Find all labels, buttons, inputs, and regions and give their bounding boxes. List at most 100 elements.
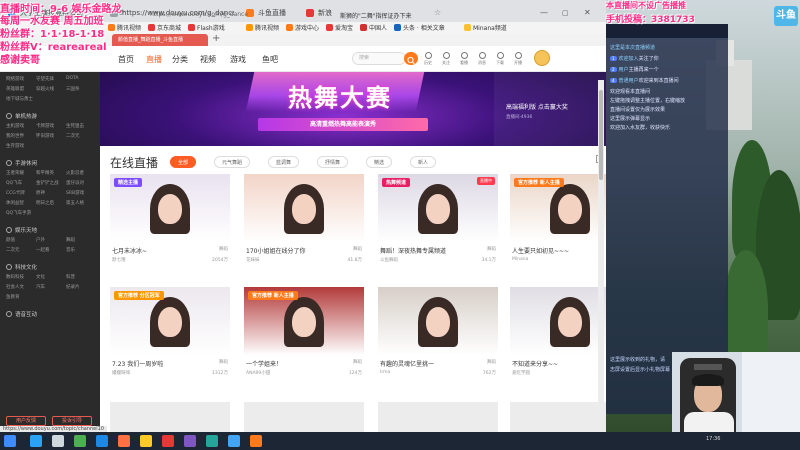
nav-link[interactable]: 视频 [200,54,216,65]
avatar[interactable] [534,50,550,66]
sidebar-button[interactable]: 用户反馈 [6,416,46,426]
taskbar-app-icon[interactable] [250,435,262,447]
bookmark-item[interactable]: 游戏中心 [286,23,319,32]
windows-start-icon[interactable] [4,435,16,447]
sidebar-item[interactable]: 二次元 [66,133,96,139]
tab-active[interactable]: 颜值直播_舞蹈直播_斗鱼直播 [112,34,208,46]
sidebar-section-head[interactable]: 娱乐天地 [6,226,37,234]
stream-thumbnail[interactable] [510,287,606,355]
sidebar-item[interactable] [36,294,66,300]
sidebar-item[interactable]: 主机游戏 [6,123,36,129]
sidebar-item[interactable]: 卡牌游戏 [36,123,66,129]
stream-title[interactable]: 有趣的灵魂亿里挑一 [380,359,484,368]
page-scrollbar[interactable] [598,80,604,420]
stream-thumbnail[interactable]: 官方推荐 分区冠军 [110,287,230,355]
anchor-name[interactable]: 默七哦 [112,257,126,263]
search-button[interactable] [404,52,418,65]
bookmark-item[interactable]: 中国人 [360,23,387,32]
filter-chip[interactable]: 蓝调舞 [268,156,300,168]
stream-title[interactable]: 7.23 我们一周岁啦 [112,359,216,368]
sidebar-item[interactable]: 穿越火线 [36,86,66,92]
stream-thumbnail[interactable] [244,174,364,242]
sidebar-item[interactable]: 我的世界 [6,133,36,139]
sidebar-item[interactable]: 鱼教育 [6,294,36,300]
sidebar-item[interactable]: 颜值 [6,237,36,243]
sidebar-item[interactable]: 网络游戏 [6,76,36,82]
filter-chip[interactable]: 元气舞蹈 [214,156,251,168]
nav-icon-button[interactable]: 下载 [492,52,508,66]
stream-title[interactable]: 170小姐姐在线分了你 [246,246,350,255]
filter-chip[interactable]: 精选 [366,156,393,168]
stream-title[interactable]: 一个学姐来！ [246,359,350,368]
bookmark-item[interactable]: 头条 · 相关文章 [394,23,445,32]
sidebar-item[interactable]: 三国杀 [66,86,96,92]
sidebar-item[interactable]: 文化 [36,274,66,280]
stream-title[interactable]: 不知道来分享~~ [512,359,606,368]
sidebar-item[interactable]: 火影忍者 [66,170,96,176]
search-input[interactable]: 搜索 [352,52,406,65]
stream-card[interactable]: 精选主播 七月未冰冰~ 舞蹈 默七哦 2054万 [110,174,230,279]
stream-card-partial[interactable] [110,402,230,432]
scrollbar-thumb[interactable] [599,90,603,180]
bookmark-star-icon[interactable]: ☆ [434,8,441,17]
stream-title[interactable]: 人生要只如初见~~~ [512,246,606,255]
taskbar-app-icon[interactable] [52,435,64,447]
stream-card[interactable]: 官方推荐 新人主播 一个学姐来！ 舞蹈 ANA99小甜 124万 [244,287,364,392]
nav-link[interactable]: 首页 [118,54,134,65]
stream-thumbnail[interactable]: 官方推荐 新人主播 [244,287,364,355]
sidebar-item[interactable]: 纪录片 [66,284,96,290]
minimize-icon[interactable]: — [540,8,548,17]
anchor-name[interactable]: Irma [380,370,390,375]
stream-card-partial[interactable] [378,402,498,432]
sidebar-item[interactable]: 音乐 [66,247,96,253]
nav-icon-button[interactable]: 看播 [456,52,472,66]
sidebar-item[interactable] [66,143,96,149]
stream-card-partial[interactable] [244,402,364,432]
bookmark-item[interactable]: 腾讯视频 [246,23,279,32]
bookmark-item[interactable]: 腾讯视频 [108,23,141,32]
nav-link[interactable]: 直播 [146,54,162,65]
sidebar-item[interactable]: 王者荣耀 [6,170,36,176]
sidebar-item[interactable]: 生存游戏 [6,143,36,149]
stream-card[interactable]: 不知道来分享~~舞蹈爱吃芋圆 [510,287,606,392]
nav-link[interactable]: 分类 [172,54,188,65]
sidebar-item[interactable]: 一起看 [36,247,66,253]
sidebar-section-head[interactable]: 手游休闲 [6,159,37,167]
sidebar-item[interactable]: SRB游戏 [66,190,96,196]
sidebar-item[interactable] [66,210,96,216]
sidebar-item[interactable] [36,96,66,102]
sidebar-item[interactable] [66,96,96,102]
sidebar-item[interactable]: 蛋仔派对 [66,180,96,186]
stream-card[interactable]: 官方推荐 新人主播人生要只如初见~~~舞蹈Minana [510,174,606,279]
sidebar-item[interactable]: CCG卡牌 [6,190,36,196]
nav-icon-button[interactable]: 消息 [474,52,490,66]
sidebar-item[interactable]: 舞蹈 [66,237,96,243]
taskbar-app-icon[interactable] [184,435,196,447]
stream-title[interactable]: 七月未冰冰~ [112,246,216,255]
sidebar-item[interactable]: 生死狙击 [66,123,96,129]
sidebar-item[interactable]: 明日之后 [36,200,66,206]
taskbar-app-icon[interactable] [118,435,130,447]
bookmark-item[interactable]: 爱淘宝 [326,23,353,32]
address-news[interactable]: 斯狮的"二舞"指挥证办下来 [340,11,412,20]
sidebar-item[interactable]: 汽车 [36,284,66,290]
sidebar-item[interactable]: 怀旧游戏 [36,133,66,139]
stream-thumbnail[interactable]: 精选主播 [110,174,230,242]
stream-card[interactable]: 有趣的灵魂亿里挑一 舞蹈 Irma 762万 [378,287,498,392]
stream-card[interactable]: 170小姐姐在线分了你 舞蹈 花妹妹 41.8万 [244,174,364,279]
sidebar-item[interactable] [36,210,66,216]
new-tab-icon[interactable]: + [212,33,220,44]
sidebar-item[interactable]: 和平精英 [36,170,66,176]
stream-title[interactable]: 舞蹈！深夜热舞专属频道 [380,246,484,255]
stream-thumbnail[interactable]: 热舞频道 直播中 [378,174,498,242]
stream-card[interactable]: 官方推荐 分区冠军 7.23 我们一周岁啦 舞蹈 嫚嫚呀嗨 1312万 [110,287,230,392]
sidebar-section-head[interactable]: 科技文化 [6,263,37,271]
stream-card[interactable]: 热舞频道 直播中 舞蹈！深夜热舞专属频道 舞蹈 斗鱼舞蹈 34.1万 [378,174,498,279]
taskbar-app-icon[interactable] [206,435,218,447]
bookmark-item[interactable]: Flash游戏 [188,23,225,32]
taskbar-app-icon[interactable] [74,435,86,447]
sidebar-item[interactable]: 科普 [66,274,96,280]
sidebar-item[interactable]: 数码科技 [6,274,36,280]
bookmark-item[interactable]: Minana频道 [464,23,507,32]
sidebar-item[interactable] [36,143,66,149]
